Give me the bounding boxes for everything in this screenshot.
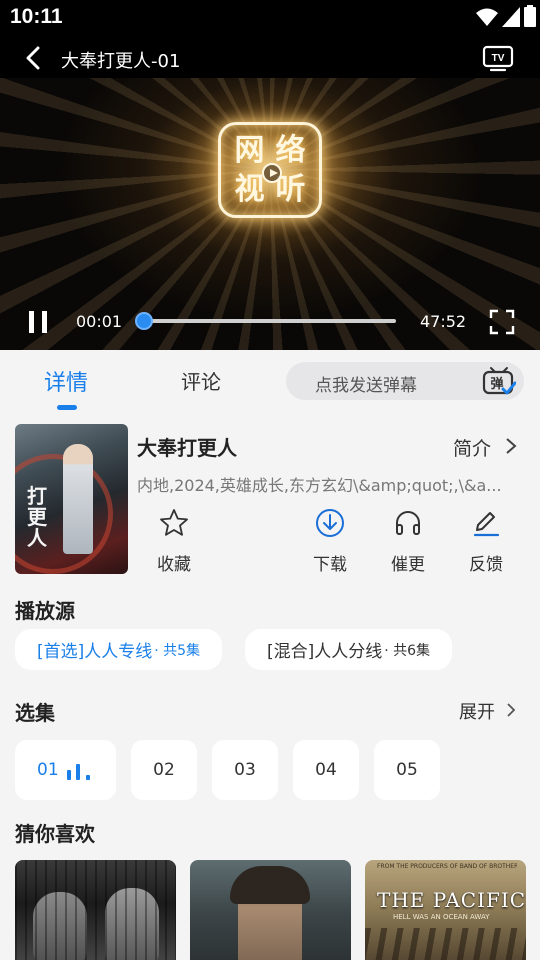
episode-button-04[interactable]: 04 — [293, 740, 359, 800]
source-chip-mixed[interactable]: [混合]人人分线 · 共6集 — [245, 629, 453, 670]
episode-title: 大奉打更人-01 — [61, 51, 181, 72]
download-label: 下载 — [313, 555, 347, 575]
seek-bar[interactable] — [135, 312, 396, 330]
logo-char-1: 网 — [234, 132, 265, 168]
current-time: 00:01 — [76, 312, 123, 331]
chevron-right-icon[interactable] — [505, 702, 517, 718]
battery-icon — [524, 5, 536, 27]
episode-button-05[interactable]: 05 — [374, 740, 440, 800]
episodes-section-title: 选集 — [15, 701, 55, 725]
svg-text:TV: TV — [492, 53, 505, 64]
recommend-card-1[interactable] — [15, 860, 176, 960]
tab-details[interactable]: 详情 — [44, 365, 88, 397]
episode-number: 01 — [37, 760, 59, 780]
expand-episodes-link[interactable]: 展开 — [459, 698, 495, 724]
edit-icon — [473, 512, 500, 537]
back-arrow-icon[interactable] — [22, 46, 46, 70]
headphones-icon — [396, 511, 420, 535]
feedback-label: 反馈 — [469, 555, 503, 575]
danmaku-input[interactable]: 点我发送弹幕 弹 — [286, 362, 524, 400]
star-icon — [160, 509, 188, 536]
rec3-subtitle: HELL WAS AN OCEAN AWAY — [393, 913, 490, 921]
rec3-art-soldiers — [365, 928, 526, 960]
cast-tv-icon[interactable]: TV — [482, 44, 514, 72]
favorite-button[interactable]: 收藏 — [139, 508, 209, 575]
source-chip-count: · 共6集 — [384, 642, 431, 659]
recommend-section-title: 猜你喜欢 — [15, 822, 95, 846]
source-chip-count: · 共5集 — [154, 642, 201, 659]
episode-number: 03 — [234, 760, 256, 780]
video-player[interactable]: 网 络 视 听 10:11 大奉打更人-01 TV 00:01 47:52 — [0, 0, 540, 350]
urge-update-button[interactable]: 催更 — [373, 508, 443, 575]
seek-thumb[interactable] — [135, 312, 153, 330]
intro-link[interactable]: 简介 — [453, 434, 491, 461]
status-time: 10:11 — [10, 5, 63, 28]
rec3-title: THE PACIFIC — [377, 888, 526, 912]
download-icon — [316, 509, 344, 537]
wifi-icon — [476, 8, 498, 26]
danmaku-placeholder: 点我发送弹幕 — [315, 376, 417, 396]
episode-number: 05 — [396, 760, 418, 780]
episode-number: 04 — [315, 760, 337, 780]
tab-comments[interactable]: 评论 — [181, 366, 221, 395]
rec2-art-hair — [230, 866, 310, 904]
rec1-art-bars — [15, 860, 176, 960]
player-controls: 00:01 47:52 — [0, 300, 540, 344]
recommend-card-3[interactable]: FROM THE PRODUCERS OF BAND OF BROTHERS T… — [365, 860, 526, 960]
source-chip-label: [混合]人人分线 — [267, 642, 383, 662]
source-chip-primary[interactable]: [首选]人人专线 · 共5集 — [15, 629, 223, 670]
show-title: 大奉打更人 — [137, 436, 237, 460]
pause-icon[interactable] — [26, 310, 50, 334]
source-chip-label: [首选]人人专线 — [37, 642, 153, 662]
signal-icon — [502, 7, 520, 27]
source-section-title: 播放源 — [15, 599, 75, 623]
fullscreen-icon[interactable] — [489, 309, 515, 335]
poster-art-figure — [63, 444, 93, 554]
broadcast-logo: 网 络 视 听 — [218, 122, 322, 218]
tab-active-indicator — [57, 405, 77, 410]
chevron-right-icon[interactable] — [504, 437, 518, 455]
feedback-button[interactable]: 反馈 — [451, 508, 521, 575]
episode-button-02[interactable]: 02 — [131, 740, 197, 800]
total-time: 47:52 — [420, 312, 467, 331]
logo-play-icon — [262, 163, 282, 183]
danmaku-icon-label: 弹 — [490, 376, 503, 392]
recommend-card-2[interactable] — [190, 860, 351, 960]
poster-title-text: 打更人 — [27, 484, 47, 550]
status-bar: 10:11 — [0, 0, 540, 36]
show-meta: 内地,2024,英雄成长,东方玄幻\&amp;quot;,\&a... — [137, 476, 502, 495]
danmaku-toggle-icon[interactable]: 弹 — [482, 366, 516, 396]
rec3-tagline: FROM THE PRODUCERS OF BAND OF BROTHERS — [377, 863, 517, 870]
episode-number: 02 — [153, 760, 175, 780]
now-playing-icon — [67, 764, 90, 780]
episode-button-01[interactable]: 01 — [15, 740, 116, 800]
download-button[interactable]: 下载 — [295, 508, 365, 575]
episode-button-03[interactable]: 03 — [212, 740, 278, 800]
urge-update-label: 催更 — [391, 555, 425, 575]
favorite-label: 收藏 — [157, 555, 191, 575]
show-poster[interactable]: 打更人 — [15, 424, 128, 574]
player-top-bar: 大奉打更人-01 TV — [0, 36, 540, 80]
